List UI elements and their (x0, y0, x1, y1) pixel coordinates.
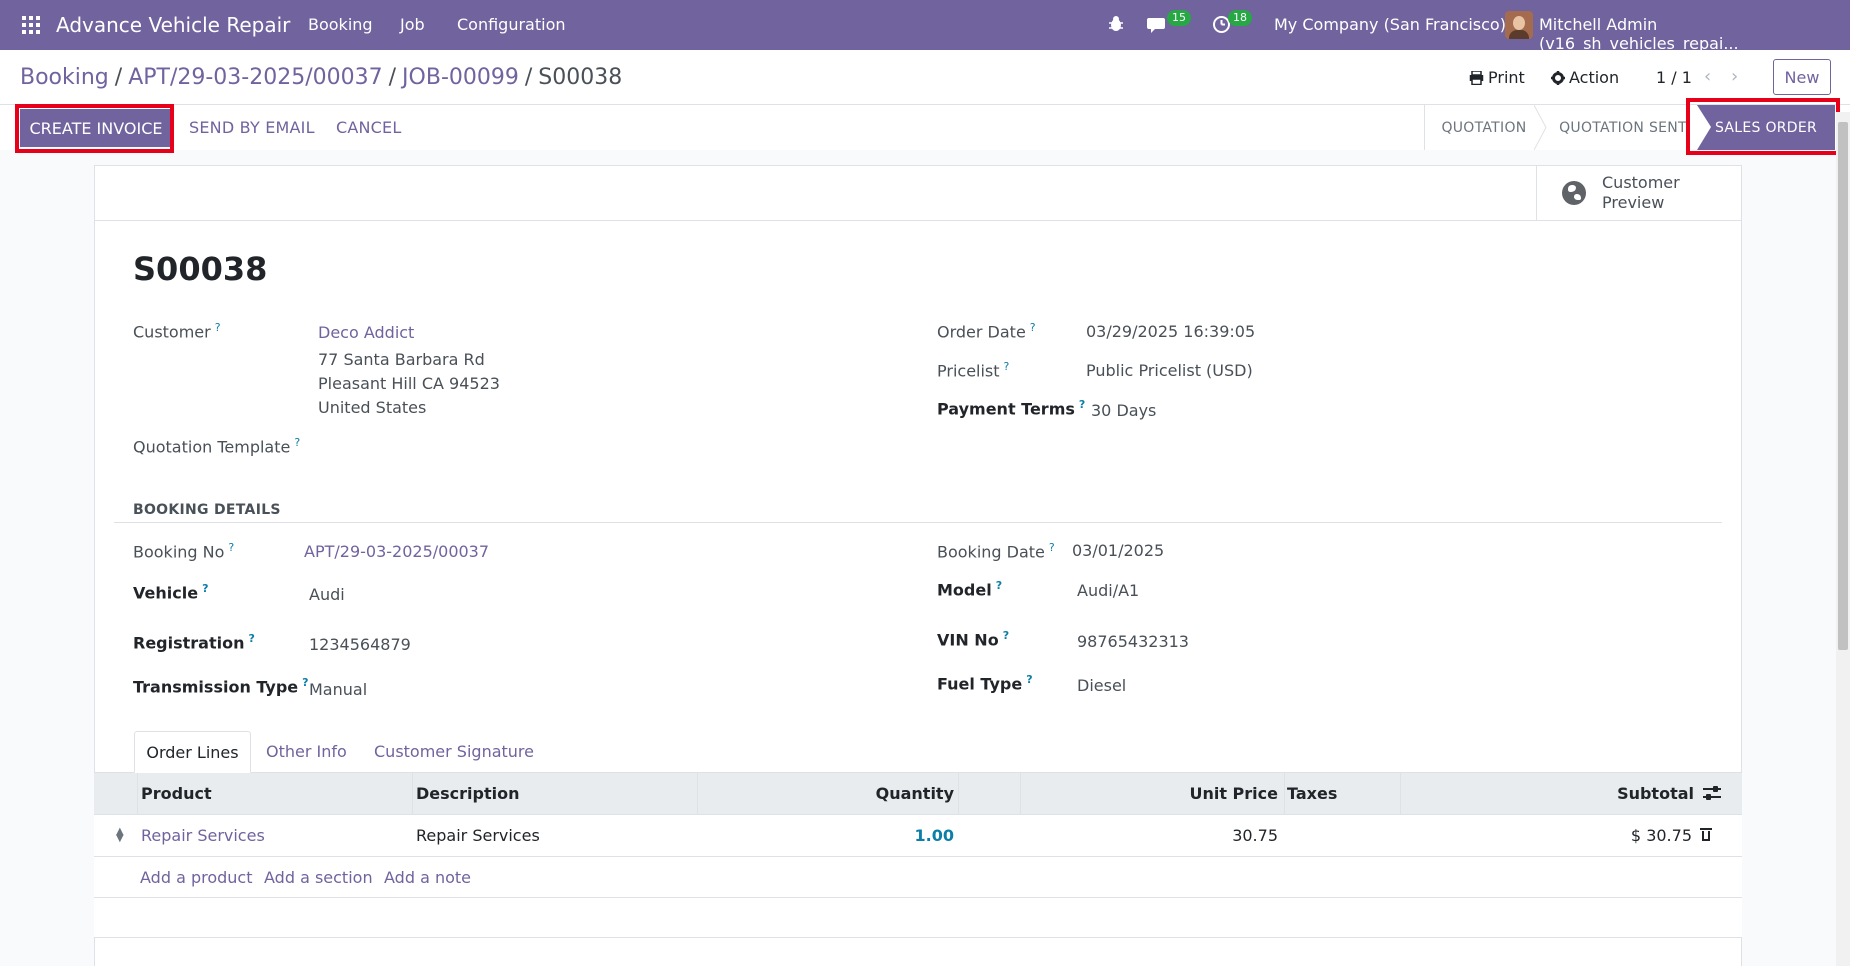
column-divider (1020, 773, 1021, 815)
stage-quotation-sent[interactable]: QUOTATION SENT (1548, 105, 1698, 150)
order-date-value[interactable]: 03/29/2025 16:39:05 (1086, 322, 1255, 341)
menu-booking[interactable]: Booking (308, 15, 373, 34)
breadcrumb-current: S00038 (538, 65, 623, 90)
column-header-quantity[interactable]: Quantity (700, 784, 954, 803)
stage-quotation[interactable]: QUOTATION (1425, 105, 1543, 150)
booking-date-value[interactable]: 03/01/2025 (1072, 541, 1164, 560)
registration-label: Registration? (133, 632, 255, 653)
cell-product[interactable]: Repair Services (141, 826, 265, 845)
column-divider (1284, 773, 1285, 815)
top-navbar: Advance Vehicle Repair Booking Job Confi… (0, 0, 1850, 53)
tab-customer-signature[interactable]: Customer Signature (374, 742, 534, 761)
section-divider (114, 522, 1722, 523)
cell-unit-price[interactable]: 30.75 (1024, 826, 1278, 845)
pager-next-icon[interactable]: › (1731, 66, 1738, 87)
customer-address-line1: 77 Santa Barbara Rd (318, 350, 485, 369)
customer-address-line3: United States (318, 398, 427, 417)
tab-other-info[interactable]: Other Info (266, 742, 347, 761)
fuel-type-value[interactable]: Diesel (1077, 676, 1126, 695)
customer-link[interactable]: Deco Addict (318, 323, 414, 342)
globe-icon (1562, 181, 1586, 205)
print-icon[interactable] (1469, 71, 1484, 85)
menu-job[interactable]: Job (400, 15, 425, 34)
send-by-email-button[interactable]: SEND BY EMAIL (189, 118, 315, 137)
vehicle-value[interactable]: Audi (309, 585, 345, 604)
fuel-type-label: Fuel Type? (937, 673, 1033, 694)
delete-row-icon[interactable] (1700, 827, 1712, 841)
messages-badge: 15 (1167, 10, 1191, 26)
print-button[interactable]: Print (1488, 68, 1525, 87)
model-label: Model? (937, 579, 1003, 600)
payment-terms-value[interactable]: 30 Days (1091, 401, 1156, 420)
empty-row (94, 898, 1742, 938)
payment-terms-label: Payment Terms? (937, 398, 1086, 419)
create-invoice-highlight (15, 104, 174, 153)
vehicle-label: Vehicle? (133, 582, 209, 603)
optional-columns-icon[interactable] (1703, 785, 1721, 801)
drag-handle-icon[interactable]: ▲ ▼ (116, 827, 124, 844)
booking-details-title: BOOKING DETAILS (133, 502, 281, 518)
user-avatar[interactable] (1505, 11, 1533, 39)
cell-subtotal: $ 30.75 (1630, 826, 1692, 845)
column-header-taxes[interactable]: Taxes (1287, 784, 1337, 803)
customer-preview-line1: Customer (1602, 173, 1680, 192)
debug-bug-icon[interactable] (1108, 15, 1124, 33)
pricelist-label: Pricelist? (937, 360, 1010, 381)
transmission-value[interactable]: Manual (309, 680, 367, 699)
breadcrumb-item-booking[interactable]: Booking (20, 65, 109, 90)
vin-value[interactable]: 98765432313 (1077, 632, 1189, 651)
messages-icon[interactable] (1147, 16, 1169, 34)
order-date-label: Order Date? (937, 321, 1036, 342)
vin-label: VIN No? (937, 629, 1010, 650)
new-button[interactable]: New (1773, 59, 1831, 95)
apps-menu-icon[interactable] (22, 16, 40, 34)
booking-no-label: Booking No? (133, 541, 235, 562)
cell-quantity[interactable]: 1.00 (700, 826, 954, 845)
column-header-unit-price[interactable]: Unit Price (1024, 784, 1278, 803)
tab-order-lines[interactable]: Order Lines (134, 731, 251, 773)
app-brand[interactable]: Advance Vehicle Repair (56, 13, 290, 37)
customer-label: Customer? (133, 321, 221, 342)
gear-icon[interactable] (1551, 71, 1565, 85)
order-title: S00038 (133, 250, 268, 288)
model-value[interactable]: Audi/A1 (1077, 581, 1139, 600)
column-header-description[interactable]: Description (416, 784, 519, 803)
customer-address-line2: Pleasant Hill CA 94523 (318, 374, 500, 393)
menu-configuration[interactable]: Configuration (457, 15, 566, 34)
stage-separator (1534, 105, 1547, 150)
add-section-link[interactable]: Add a section (264, 868, 373, 887)
button-box (94, 165, 1742, 221)
cell-description[interactable]: Repair Services (416, 826, 540, 845)
column-header-product[interactable]: Product (141, 784, 212, 803)
breadcrumb-item-job[interactable]: JOB-00099 (402, 65, 519, 90)
pager-previous-icon[interactable]: ‹ (1704, 66, 1711, 87)
booking-date-label: Booking Date? (937, 541, 1055, 562)
action-menu-button[interactable]: Action (1569, 68, 1619, 87)
booking-no-link[interactable]: APT/29-03-2025/00037 (304, 542, 489, 561)
quotation-template-label: Quotation Template? (133, 436, 301, 457)
page-scrollbar-thumb[interactable] (1838, 122, 1848, 650)
column-header-subtotal[interactable]: Subtotal (1404, 784, 1694, 803)
column-divider (412, 773, 413, 815)
column-divider (697, 773, 698, 815)
customer-preview-label[interactable]: Customer Preview (1602, 173, 1722, 213)
column-divider (958, 773, 959, 815)
add-note-link[interactable]: Add a note (384, 868, 471, 887)
cancel-button[interactable]: CANCEL (336, 118, 401, 137)
pricelist-value[interactable]: Public Pricelist (USD) (1086, 361, 1253, 380)
add-product-link[interactable]: Add a product (140, 868, 253, 887)
company-switcher[interactable]: My Company (San Francisco) (1274, 15, 1506, 34)
breadcrumb-item-appointment[interactable]: APT/29-03-2025/00037 (128, 65, 382, 90)
pager-value[interactable]: 1 / 1 (1656, 68, 1692, 87)
user-menu[interactable]: Mitchell Admin (v16_sh_vehicles_repai... (1539, 15, 1850, 53)
transmission-label: Transmission Type? (133, 676, 309, 697)
activities-badge: 18 (1228, 10, 1252, 26)
breadcrumb: Booking / APT/29-03-2025/00037/JOB-00099/S… (20, 65, 623, 90)
sales-order-highlight (1686, 98, 1840, 155)
customer-preview-line2: Preview (1602, 193, 1665, 212)
column-divider (137, 773, 138, 815)
registration-value[interactable]: 1234564879 (309, 635, 411, 654)
column-divider (1400, 773, 1401, 815)
